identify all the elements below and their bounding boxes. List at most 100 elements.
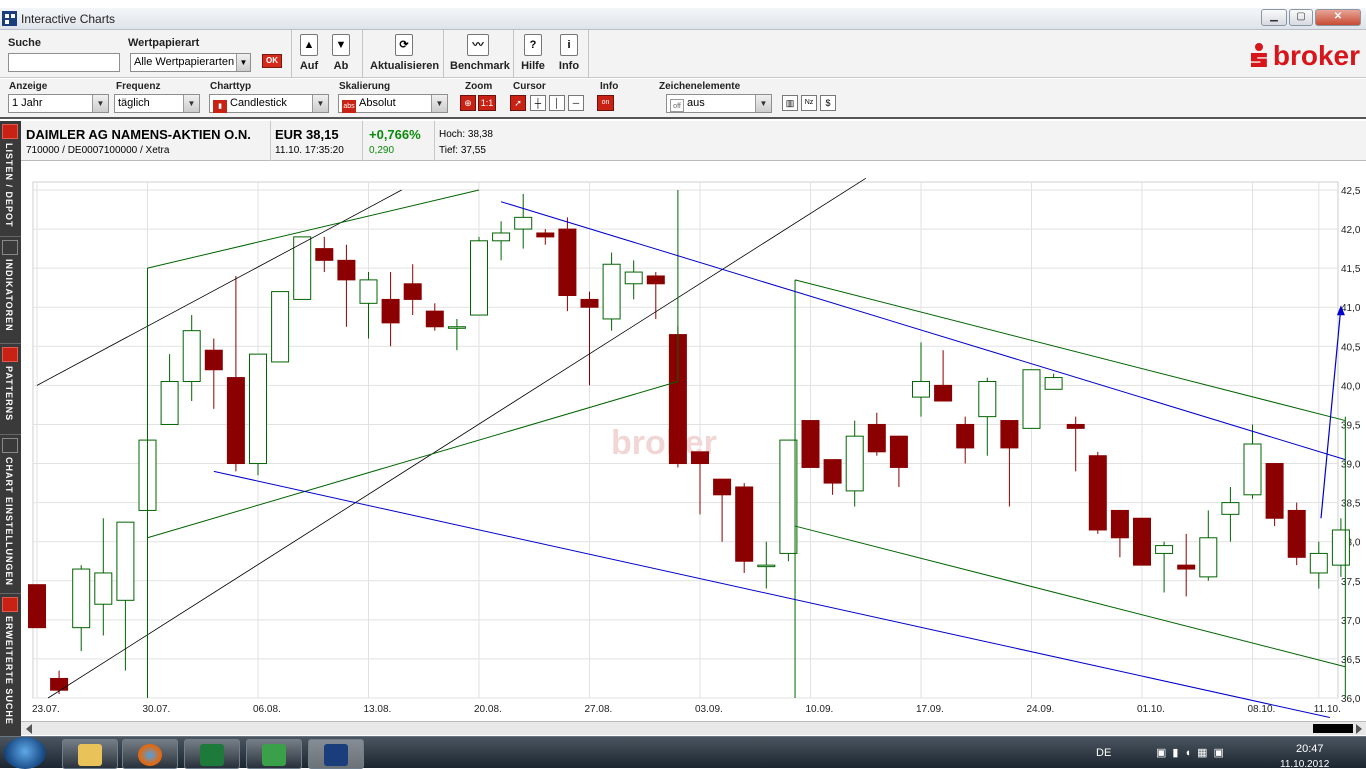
taskbar-firefox[interactable] xyxy=(122,739,178,769)
anzeige-select[interactable]: 1 Jahr ▼ xyxy=(8,94,109,113)
y-tick-label: 41,0 xyxy=(1341,303,1361,314)
candle-body xyxy=(779,439,798,554)
help-button[interactable]: ? Hilfe xyxy=(521,34,545,72)
scroll-right-icon[interactable] xyxy=(1356,724,1362,734)
info-button[interactable]: i Info xyxy=(558,34,580,72)
arrow-down-icon: ▼ xyxy=(332,34,350,56)
language-indicator[interactable]: DE xyxy=(1096,747,1111,759)
chart-area[interactable]: 42,5 42,0 41,5 41,0 40,5 40,0 39,5 39,0 38,5 38,0… xyxy=(21,162,1366,720)
horizontal-line-icon[interactable]: ─ xyxy=(568,95,584,111)
scale-badge: abs xyxy=(342,100,356,113)
search-input[interactable] xyxy=(8,53,120,72)
change-cell: +0,766% 0,290 xyxy=(363,121,435,161)
benchmark-button[interactable]: 〰 Benchmark xyxy=(450,34,510,72)
app-icon xyxy=(2,11,17,26)
high-low-cell: Hoch: 38,38 Tief: 37,55 xyxy=(435,121,535,161)
anzeige-label: Anzeige xyxy=(9,81,48,92)
refresh-button[interactable]: ⟳ Aktualisieren xyxy=(370,34,440,72)
skalierung-select[interactable]: abs Absolut ▼ xyxy=(338,94,448,113)
candlestick-chart[interactable]: 42,542,041,541,040,540,039,539,038,538,0… xyxy=(21,162,1366,720)
close-button[interactable]: ✕ xyxy=(1315,9,1361,26)
y-tick-label: 37,5 xyxy=(1341,577,1361,588)
y-tick-label: 37,0 xyxy=(1341,616,1361,627)
clock-time[interactable]: 20:47 xyxy=(1296,743,1324,755)
candle-body xyxy=(94,572,113,605)
cursor-label: Cursor xyxy=(513,81,546,92)
crosshair-icon[interactable]: ┼ xyxy=(530,95,546,111)
candlestick-icon: ▮ xyxy=(213,100,227,113)
window-title-bar: Interactive Charts ▁ ▢ ✕ xyxy=(0,8,1366,30)
taskbar-chart-app[interactable] xyxy=(246,739,302,769)
candle-body xyxy=(1287,509,1306,558)
sidebar-item-indikatoren[interactable]: INDIKATOREN xyxy=(0,237,21,343)
candle-body xyxy=(381,298,400,324)
bar-chart-icon[interactable]: ▥ xyxy=(782,95,798,111)
candle-body xyxy=(978,380,997,418)
help-label: Hilfe xyxy=(521,60,545,72)
sidebar-item-label: ERWEITERTE SUCHE xyxy=(4,616,14,725)
sidebar-item-label: INDIKATOREN xyxy=(4,259,14,332)
candle-body xyxy=(1155,545,1174,554)
start-button[interactable] xyxy=(4,737,46,769)
taskbar-interactive-charts[interactable] xyxy=(308,739,364,769)
zeichenelemente-select[interactable]: off aus ▼ xyxy=(666,94,772,113)
maximize-button[interactable]: ▢ xyxy=(1289,9,1313,26)
instrument-price: EUR 38,15 xyxy=(275,127,339,142)
x-tick-label: 03.09. xyxy=(695,704,723,715)
minimize-button[interactable]: ▁ xyxy=(1261,9,1287,26)
candle-body xyxy=(182,330,201,382)
y-tick-label: 38,5 xyxy=(1341,499,1361,510)
day-high: Hoch: 38,38 xyxy=(439,129,493,140)
dollar-icon[interactable]: $ xyxy=(820,95,836,111)
sidebar-item-patterns[interactable]: PATTERNS xyxy=(0,344,21,434)
system-tray: DE ▣▮◖▦▣ 20:47 11.10.2012 xyxy=(1096,737,1366,769)
candle-body xyxy=(315,248,334,261)
candle-body xyxy=(1133,517,1151,566)
sidebar-item-erweiterte-suche[interactable]: ERWEITERTE SUCHE xyxy=(0,594,21,734)
candle-body xyxy=(1044,377,1063,390)
scroll-left-icon[interactable] xyxy=(26,724,32,734)
candle-body xyxy=(359,279,378,304)
security-type-select[interactable]: Alle Wertpapierarten ▼ xyxy=(130,53,251,72)
y-tick-label: 36,5 xyxy=(1341,655,1361,666)
candle-body xyxy=(447,326,466,329)
zoom-label: Zoom xyxy=(465,81,493,92)
vertical-line-icon[interactable]: │ xyxy=(549,95,565,111)
sidebar-item-label: PATTERNS xyxy=(4,366,14,422)
sidebar-item-listen-depot[interactable]: LISTEN / DEPOT xyxy=(0,121,21,236)
candle-body xyxy=(757,564,776,568)
candle-body xyxy=(72,568,91,629)
scrollbar-thumb[interactable] xyxy=(1313,724,1353,733)
candle-body xyxy=(602,263,621,320)
zoom-reset-button[interactable]: 1:1 xyxy=(478,95,496,111)
frequenz-select[interactable]: täglich ▼ xyxy=(114,94,200,113)
cursor-pointer-icon[interactable]: ➚ xyxy=(510,95,526,111)
sidebar-item-label: CHART EINSTELLUNGEN xyxy=(4,457,14,586)
y-tick-label: 40,0 xyxy=(1341,381,1361,392)
text-tool-icon[interactable]: Nz xyxy=(801,95,817,111)
zoom-in-icon[interactable]: ⊕ xyxy=(460,95,476,111)
tray-icons[interactable]: ▣▮◖▦▣ xyxy=(1156,746,1230,759)
candle-body xyxy=(337,259,356,281)
y-tick-label: 42,5 xyxy=(1341,186,1361,197)
down-button[interactable]: ▼ Ab xyxy=(331,34,351,72)
taskbar-explorer[interactable] xyxy=(62,739,118,769)
info-toggle-button[interactable]: on xyxy=(597,95,614,111)
y-tick-label: 40,5 xyxy=(1341,342,1361,353)
sidebar-item-label: LISTEN / DEPOT xyxy=(4,143,14,228)
candle-body xyxy=(867,423,886,453)
candle-body xyxy=(1199,537,1218,578)
taskbar-excel[interactable] xyxy=(184,739,240,769)
charttyp-select[interactable]: ▮ Candlestick ▼ xyxy=(209,94,329,113)
ok-button[interactable]: OK xyxy=(262,54,282,68)
refresh-label: Aktualisieren xyxy=(370,60,440,72)
chart-horizontal-scrollbar[interactable] xyxy=(21,721,1366,735)
x-tick-label: 17.09. xyxy=(916,704,944,715)
x-tick-label: 08.10. xyxy=(1248,704,1276,715)
security-type-value: Alle Wertpapierarten xyxy=(134,56,235,68)
sidebar-item-chart-einstellungen[interactable]: CHART EINSTELLUNGEN xyxy=(0,435,21,593)
up-button[interactable]: ▲ Auf xyxy=(299,34,319,72)
search-icon xyxy=(2,597,18,612)
candle-body xyxy=(1331,529,1350,566)
candle-body xyxy=(536,232,555,238)
